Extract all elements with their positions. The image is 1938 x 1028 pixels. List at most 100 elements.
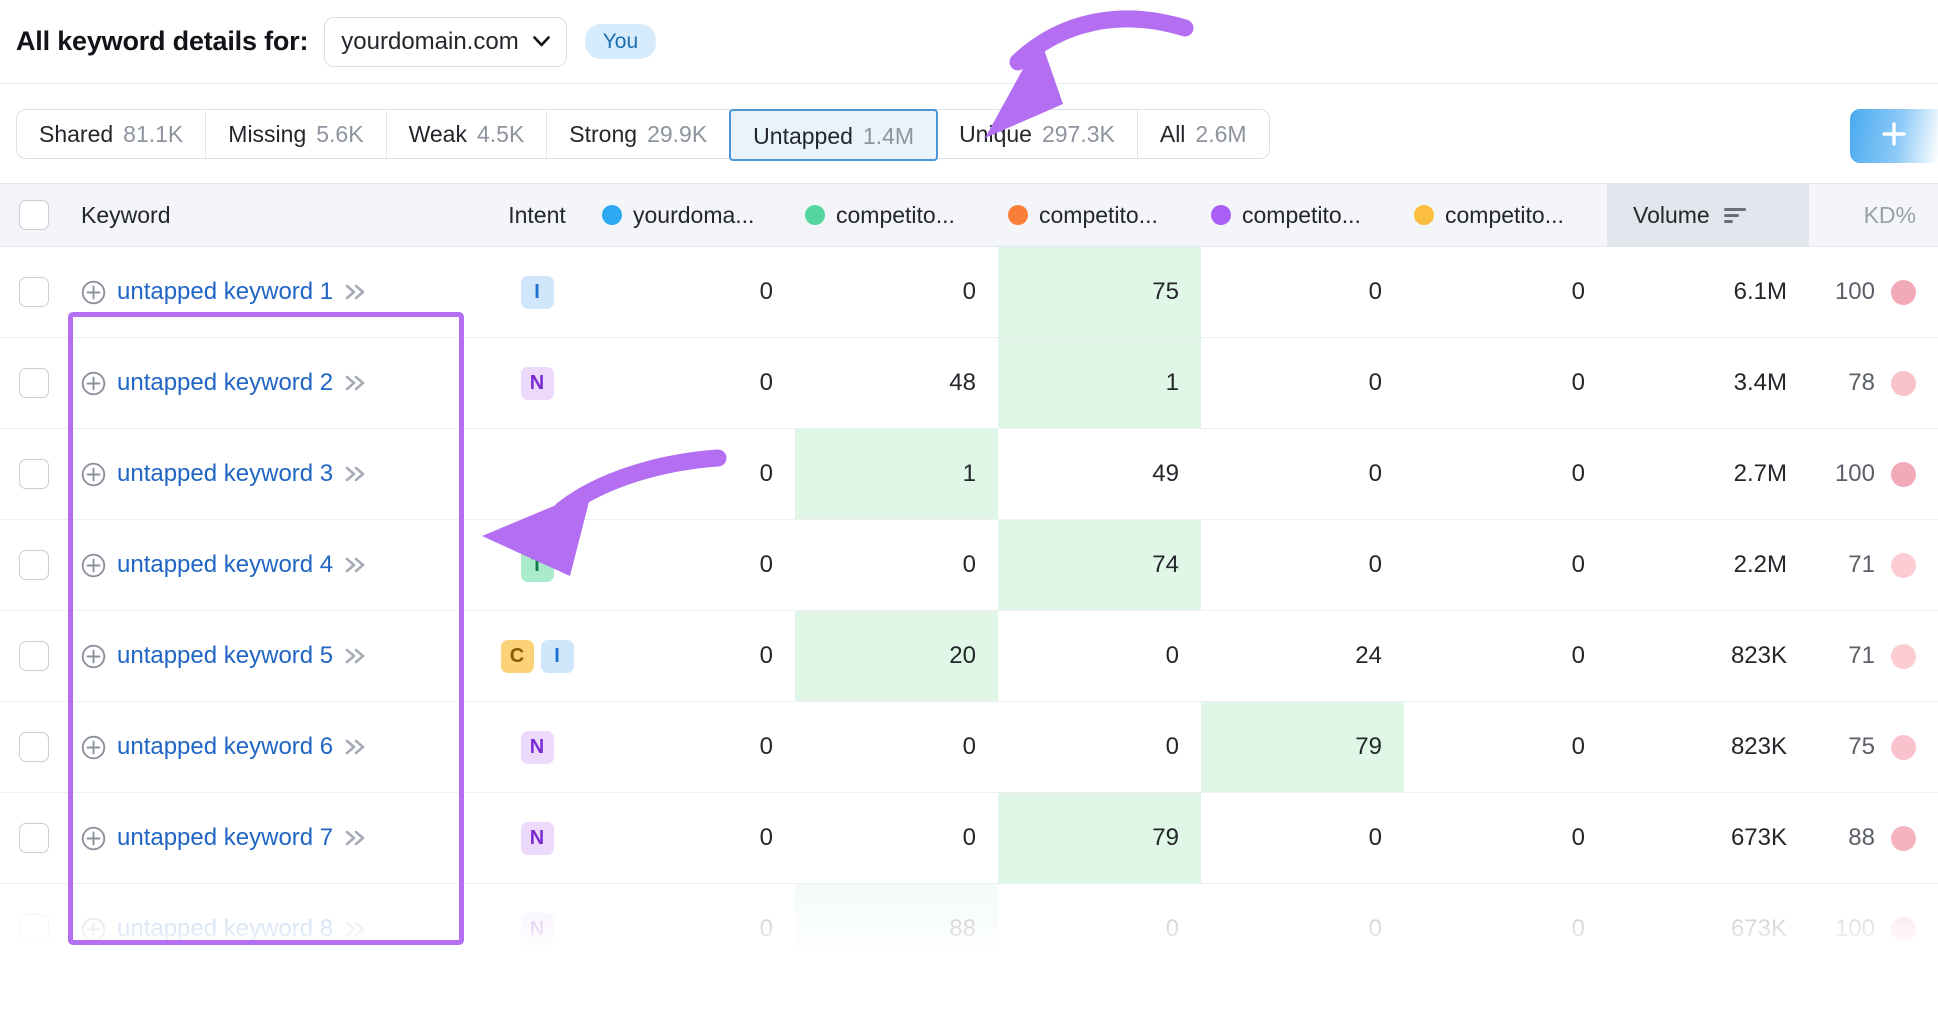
plus-circle-icon[interactable] (81, 735, 106, 760)
site-1-value-cell: 0 (795, 520, 998, 610)
select-all-cell[interactable] (0, 200, 68, 230)
site-2-value-cell: 49 (998, 429, 1201, 519)
checkbox-icon[interactable] (19, 732, 49, 762)
add-competitor-button[interactable] (1850, 109, 1938, 163)
keyword-link[interactable]: untapped keyword 5 (81, 642, 368, 670)
column-header-site-2[interactable]: competito... (998, 202, 1201, 229)
double-chevron-right-icon[interactable] (344, 920, 368, 938)
domain-select[interactable]: yourdomain.com (324, 16, 567, 67)
keyword-cell[interactable]: untapped keyword 4 (68, 520, 482, 610)
tab-untapped[interactable]: Untapped 1.4M (729, 108, 939, 161)
table-row[interactable]: untapped keyword 3 0 1 49 0 0 2.7M 100 (0, 429, 1938, 520)
table-row[interactable]: untapped keyword 2 N 0 48 1 0 0 3.4M 78 (0, 338, 1938, 429)
checkbox-icon[interactable] (19, 641, 49, 671)
double-chevron-right-icon[interactable] (344, 738, 368, 756)
keyword-cell[interactable]: untapped keyword 2 (68, 338, 482, 428)
plus-circle-icon[interactable] (81, 644, 106, 669)
tab-unique[interactable]: Unique 297.3K (937, 109, 1138, 158)
double-chevron-right-icon[interactable] (344, 283, 368, 301)
volume-value: 673K (1730, 824, 1787, 851)
double-chevron-right-icon[interactable] (344, 829, 368, 847)
checkbox-icon[interactable] (19, 277, 49, 307)
row-select-cell[interactable] (0, 520, 68, 610)
keyword-cell[interactable]: untapped keyword 5 (68, 611, 482, 701)
table-row[interactable]: untapped keyword 6 N 0 0 0 79 0 823K 75 (0, 702, 1938, 793)
you-badge[interactable]: You (584, 24, 657, 59)
row-select-cell[interactable] (0, 702, 68, 792)
kd-indicator-dot (1891, 734, 1916, 760)
intent-cell: N (482, 338, 592, 428)
keyword-cell[interactable]: untapped keyword 6 (68, 702, 482, 792)
tab-weak[interactable]: Weak 4.5K (387, 109, 548, 158)
row-select-cell[interactable] (0, 338, 68, 428)
keyword-cell[interactable]: untapped keyword 3 (68, 429, 482, 519)
keyword-cell[interactable]: untapped keyword 8 (68, 884, 482, 974)
row-select-cell[interactable] (0, 611, 68, 701)
plus-circle-icon[interactable] (81, 826, 106, 851)
keyword-link[interactable]: untapped keyword 8 (81, 915, 368, 943)
checkbox-icon[interactable] (19, 459, 49, 489)
column-header-site-0[interactable]: yourdoma... (592, 202, 795, 229)
tab-untapped-label: Untapped (753, 122, 853, 149)
site-1-value: 0 (962, 278, 976, 305)
plus-circle-icon[interactable] (81, 371, 106, 396)
site-4-value-cell: 0 (1404, 702, 1607, 792)
kd-cell: 88 (1809, 793, 1938, 883)
double-chevron-right-icon[interactable] (344, 465, 368, 483)
table-row[interactable]: untapped keyword 1 I 0 0 75 0 0 6.1M 100 (0, 247, 1938, 338)
site-2-value-cell: 79 (998, 793, 1201, 883)
tab-shared[interactable]: Shared 81.1K (17, 109, 207, 158)
column-header-volume[interactable]: Volume (1607, 183, 1809, 247)
plus-circle-icon[interactable] (81, 280, 106, 305)
checkbox-icon[interactable] (19, 200, 49, 230)
column-header-site-3[interactable]: competito... (1201, 202, 1404, 229)
tab-strong[interactable]: Strong 29.9K (547, 109, 731, 158)
keyword-cell[interactable]: untapped keyword 1 (68, 247, 482, 337)
keyword-link[interactable]: untapped keyword 1 (81, 278, 368, 306)
checkbox-icon[interactable] (19, 914, 49, 944)
keyword-cell[interactable]: untapped keyword 7 (68, 793, 482, 883)
column-header-site-1-label: competito... (836, 201, 955, 228)
keyword-link[interactable]: untapped keyword 6 (81, 733, 368, 761)
site-3-value: 0 (1368, 551, 1382, 578)
site-2-value: 79 (1152, 824, 1179, 851)
tab-all-count: 2.6M (1195, 120, 1247, 147)
double-chevron-right-icon[interactable] (344, 556, 368, 574)
table-row[interactable]: untapped keyword 5 C I 0 20 0 24 0 823K … (0, 611, 1938, 702)
row-select-cell[interactable] (0, 429, 68, 519)
checkbox-icon[interactable] (19, 550, 49, 580)
checkbox-icon[interactable] (19, 823, 49, 853)
kd-indicator-dot (1891, 461, 1916, 487)
keyword-link[interactable]: untapped keyword 2 (81, 369, 368, 397)
plus-circle-icon[interactable] (81, 553, 106, 578)
column-header-site-1[interactable]: competito... (795, 202, 998, 229)
table-row[interactable]: untapped keyword 4 T 0 0 74 0 0 2.2M 71 (0, 520, 1938, 611)
keyword-link[interactable]: untapped keyword 4 (81, 551, 368, 579)
site-0-value: 0 (759, 278, 773, 305)
kd-cell: 71 (1809, 611, 1938, 701)
double-chevron-right-icon[interactable] (344, 374, 368, 392)
table-row[interactable]: untapped keyword 8 N 0 88 0 0 0 673K 100 (0, 884, 1938, 975)
site-0-value: 0 (759, 369, 773, 396)
chevron-down-icon (532, 36, 550, 47)
plus-circle-icon[interactable] (81, 917, 106, 942)
double-chevron-right-icon[interactable] (344, 647, 368, 665)
column-header-intent[interactable]: Intent (482, 202, 592, 229)
tab-missing[interactable]: Missing 5.6K (206, 109, 387, 158)
plus-circle-icon[interactable] (81, 462, 106, 487)
keyword-link[interactable]: untapped keyword 3 (81, 460, 368, 488)
column-header-keyword[interactable]: Keyword (68, 202, 482, 229)
volume-value: 6.1M (1733, 278, 1787, 305)
column-header-kd[interactable]: KD% (1809, 202, 1938, 229)
column-header-site-4[interactable]: competito... (1404, 202, 1607, 229)
table-row[interactable]: untapped keyword 7 N 0 0 79 0 0 673K 88 (0, 793, 1938, 884)
row-select-cell[interactable] (0, 793, 68, 883)
site-3-value: 0 (1368, 278, 1382, 305)
volume-value: 823K (1730, 733, 1787, 760)
row-select-cell[interactable] (0, 247, 68, 337)
tab-all[interactable]: All 2.6M (1138, 110, 1269, 158)
row-select-cell[interactable] (0, 884, 68, 974)
keyword-link[interactable]: untapped keyword 7 (81, 824, 368, 852)
sort-descending-icon[interactable] (1723, 206, 1747, 224)
checkbox-icon[interactable] (19, 368, 49, 398)
